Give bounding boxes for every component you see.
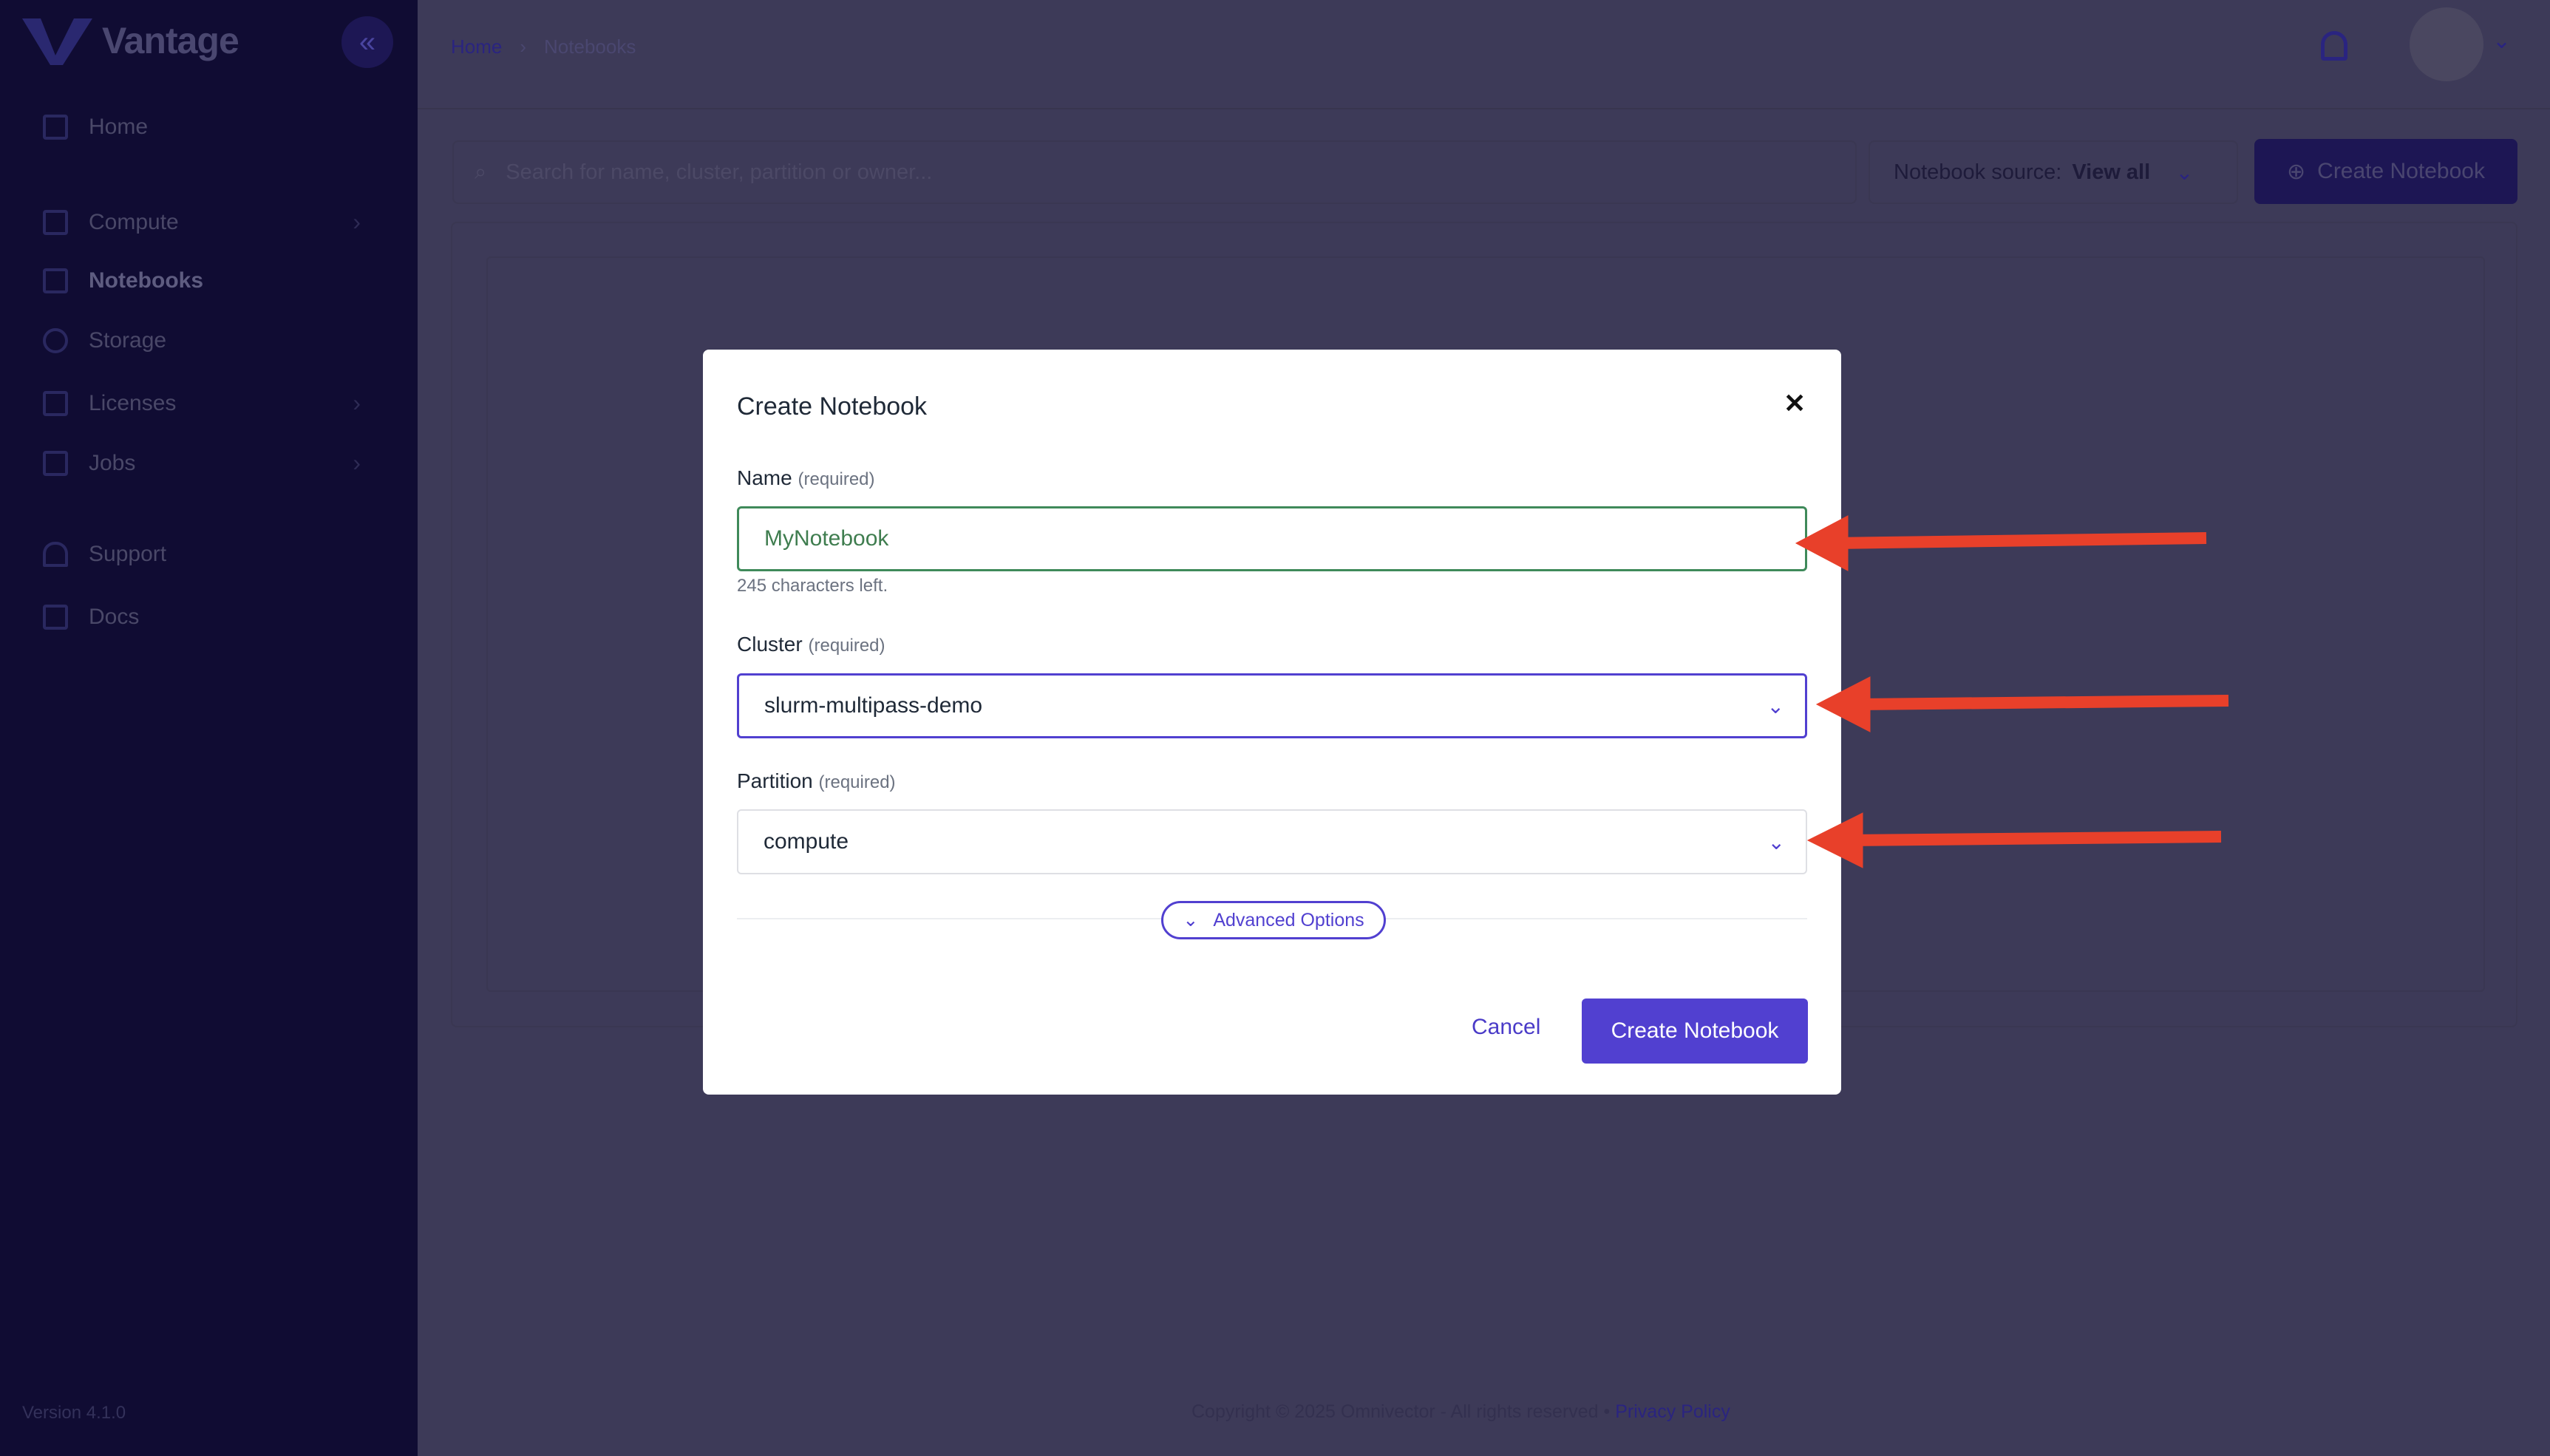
arrow-head-icon [1806, 812, 1863, 868]
arrow-partition-icon [1847, 831, 2222, 846]
annotation-arrows [1795, 515, 2229, 868]
arrow-cluster-icon [1854, 695, 2229, 710]
arrow-head-icon [1795, 515, 1849, 571]
arrow-head-icon [1815, 676, 1871, 732]
arrow-name-icon [1832, 532, 2207, 549]
